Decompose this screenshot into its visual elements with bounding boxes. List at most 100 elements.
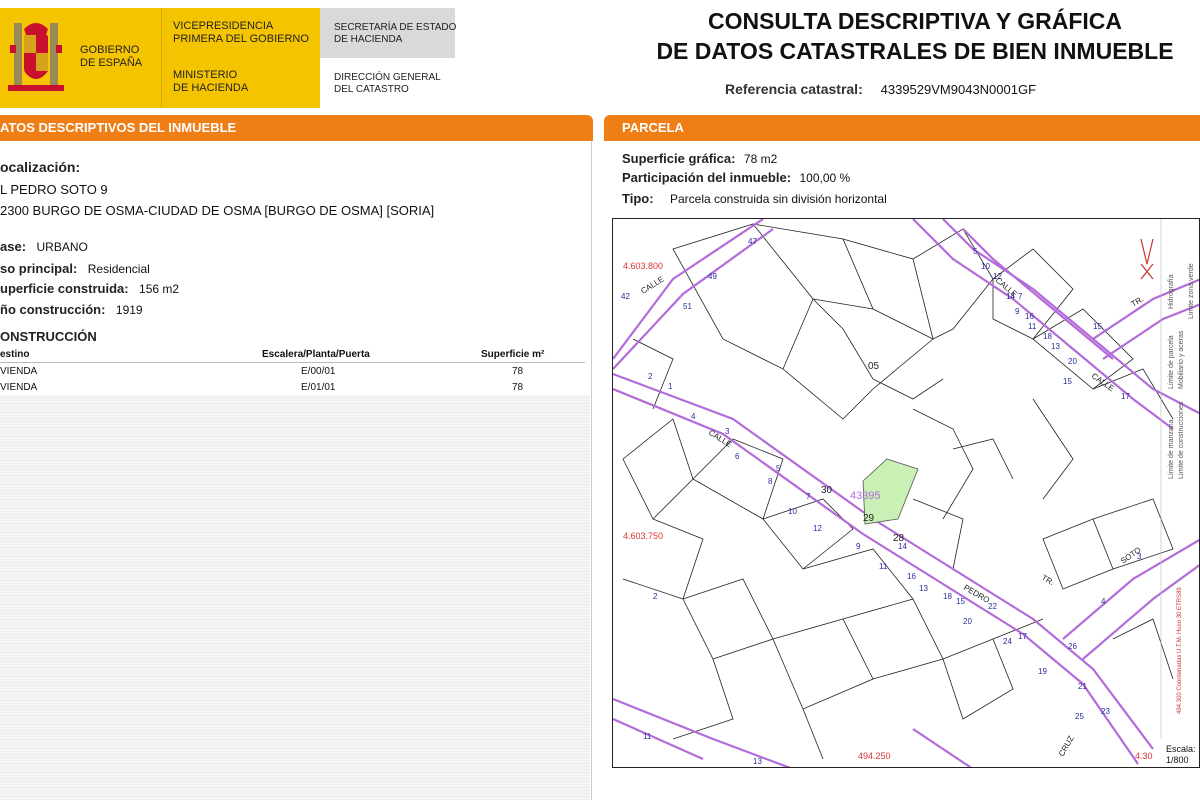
street-number-label: 26 bbox=[1068, 642, 1077, 651]
coord-north-2: 4.603.750 bbox=[623, 531, 663, 541]
construction-rows-bg bbox=[0, 364, 585, 394]
parcela-superficie-label: Superficie gráfica: bbox=[622, 151, 736, 166]
street-number-label: 20 bbox=[963, 617, 972, 626]
table-row-1-destino: VIENDA bbox=[0, 366, 38, 377]
street-number-label: 10 bbox=[981, 262, 990, 271]
construction-table-background bbox=[0, 395, 590, 800]
gov-line-1: GOBIERNO bbox=[80, 44, 140, 56]
table-row-2-escalera: E/01/01 bbox=[301, 382, 336, 393]
clase-value: URBANO bbox=[36, 240, 88, 254]
street-number-label: 49 bbox=[708, 272, 717, 281]
street-number-label: 20 bbox=[1068, 357, 1077, 366]
street-number-label: 4 bbox=[691, 412, 696, 421]
street-number-label: 51 bbox=[683, 302, 692, 311]
scale-label: Escala: bbox=[1166, 744, 1196, 754]
uso-label: so principal: bbox=[0, 261, 78, 276]
street-number-label: 6 bbox=[735, 452, 740, 461]
legend-item-hidrografia: Hidrografía bbox=[1168, 274, 1175, 309]
superficie-row: uperficie construida: 156 m2 bbox=[0, 280, 179, 298]
table-row-2-superficie: 78 bbox=[512, 382, 524, 393]
title-line-1: CONSULTA DESCRIPTIVA Y GRÁFICA bbox=[707, 8, 1123, 34]
street-number-label: 7 bbox=[1018, 292, 1023, 301]
street-number-label: 10 bbox=[788, 507, 797, 516]
parcel-ref-label: 43395 bbox=[850, 490, 881, 502]
street-number-label: 21 bbox=[1078, 682, 1087, 691]
street-number-label: 15 bbox=[1063, 377, 1072, 386]
legend-item-construcciones: Límite de construcciones bbox=[1178, 401, 1185, 479]
legend-item-zona-verde: Límite zona verde bbox=[1188, 263, 1195, 319]
street-number-label: 11 bbox=[1028, 322, 1037, 331]
sec-line-1: SECRETARÍA DE ESTADO bbox=[334, 22, 457, 33]
anio-value: 1919 bbox=[115, 303, 143, 317]
sec-line-2: DE HACIENDA bbox=[334, 34, 403, 45]
street-number-label: 9 bbox=[856, 542, 861, 551]
street-number-label: 15 bbox=[1093, 322, 1102, 331]
tipo-label: Tipo: bbox=[622, 191, 654, 206]
secretaria-label: SECRETARÍA DE ESTADO DE HACIENDA bbox=[334, 22, 456, 46]
coord-north-1: 4.603.800 bbox=[623, 261, 663, 271]
map-legend: Límite de manzana Límite de parcela Lími… bbox=[1160, 219, 1195, 739]
street-number-label: 2 bbox=[648, 372, 653, 381]
street-number-label: 9 bbox=[1015, 307, 1020, 316]
street-name-pedro: PEDRO bbox=[962, 583, 991, 605]
address-line-1: L PEDRO SOTO 9 bbox=[0, 182, 108, 197]
street-number-label: 16 bbox=[907, 572, 916, 581]
document-title: CONSULTA DESCRIPTIVA Y GRÁFICA DE DATOS … bbox=[640, 8, 1190, 65]
coord-east-1: 494.250 bbox=[858, 751, 891, 761]
construction-title: ONSTRUCCIÓN bbox=[0, 329, 97, 344]
descriptive-section-title: ATOS DESCRIPTIVOS DEL INMUEBLE bbox=[0, 120, 237, 135]
th-escalera: Escalera/Planta/Puerta bbox=[262, 349, 370, 360]
street-number-label: 5 bbox=[973, 247, 978, 256]
street-number-label: 2 bbox=[653, 592, 658, 601]
table-row-1-escalera: E/00/01 bbox=[301, 366, 336, 377]
table-row-2-destino: VIENDA bbox=[0, 382, 38, 393]
street-number-label: 17 bbox=[1018, 632, 1027, 641]
parcel-label-30: 30 bbox=[821, 485, 833, 496]
north-arrow-icon bbox=[1140, 238, 1154, 280]
location-label: ocalización: bbox=[0, 159, 81, 175]
street-number-label: 16 bbox=[1025, 312, 1034, 321]
map-scale: Escala: 1/800 bbox=[1166, 744, 1196, 766]
street-number-label: 13 bbox=[1051, 342, 1060, 351]
uso-value: Residencial bbox=[87, 262, 150, 276]
gobierno-espana-label: GOBIERNO DE ESPAÑA bbox=[80, 44, 142, 70]
street-number-label: 14 bbox=[898, 542, 907, 551]
parcela-superficie-value: 78 m2 bbox=[743, 152, 778, 166]
legend-coord-system: 494.300 Coordenadas U.T.M. Huso 30 ETRS8… bbox=[1177, 587, 1183, 714]
descriptive-section-header: ATOS DESCRIPTIVOS DEL INMUEBLE bbox=[0, 115, 593, 141]
table-row-1-superficie: 78 bbox=[512, 366, 524, 377]
coord-east-2: 4.30 bbox=[1135, 751, 1153, 761]
parcela-section-header: PARCELA bbox=[604, 115, 1200, 141]
participacion-value: 100,00 % bbox=[799, 171, 851, 185]
street-number-label: 18 bbox=[943, 592, 952, 601]
clase-label: ase: bbox=[0, 239, 27, 254]
th-superficie: Superficie m² bbox=[481, 349, 545, 360]
parcel-label-05: 05 bbox=[868, 361, 880, 372]
legend-item-manzana: Límite de manzana bbox=[1168, 419, 1175, 479]
anio-row: ño construcción: 1919 bbox=[0, 301, 143, 319]
ref-value: 4339529VM9043N0001GF bbox=[880, 82, 1037, 97]
vice-line-1: VICEPRESIDENCIA bbox=[173, 20, 274, 32]
cadastral-map[interactable]: 4.603.800 4.603.750 494.250 4.30 05 30 2… bbox=[612, 218, 1200, 768]
street-number-label: 22 bbox=[988, 602, 997, 611]
street-number-label: 13 bbox=[753, 757, 762, 766]
street-number-label: 19 bbox=[1038, 667, 1047, 676]
street-number-label: 25 bbox=[1075, 712, 1084, 721]
superficie-label: uperficie construida: bbox=[0, 281, 129, 296]
street-number-label: 7 bbox=[806, 492, 811, 501]
street-number-label: 18 bbox=[1043, 332, 1052, 341]
street-number-label: 15 bbox=[956, 597, 965, 606]
legend-item-mobiliario: Mobiliario y aceras bbox=[1178, 330, 1185, 389]
parcel-label-29: 29 bbox=[863, 513, 875, 524]
ref-label: Referencia catastral: bbox=[725, 81, 863, 97]
street-number-label: 24 bbox=[1003, 637, 1012, 646]
address-line-2: 2300 BURGO DE OSMA-CIUDAD DE OSMA [BURGO… bbox=[0, 203, 435, 218]
street-name-cruz: CRUZ bbox=[1057, 734, 1076, 758]
coat-of-arms-icon bbox=[0, 15, 72, 105]
street-number-label: 1 bbox=[668, 382, 673, 391]
vice-line-2: PRIMERA DEL GOBIERNO bbox=[173, 33, 309, 45]
street-number-label: 12 bbox=[813, 524, 822, 533]
participacion-row: Participación del inmueble: 100,00 % bbox=[622, 169, 850, 187]
uso-row: so principal: Residencial bbox=[0, 260, 150, 278]
dir-line-2: DEL CATASTRO bbox=[334, 84, 409, 95]
